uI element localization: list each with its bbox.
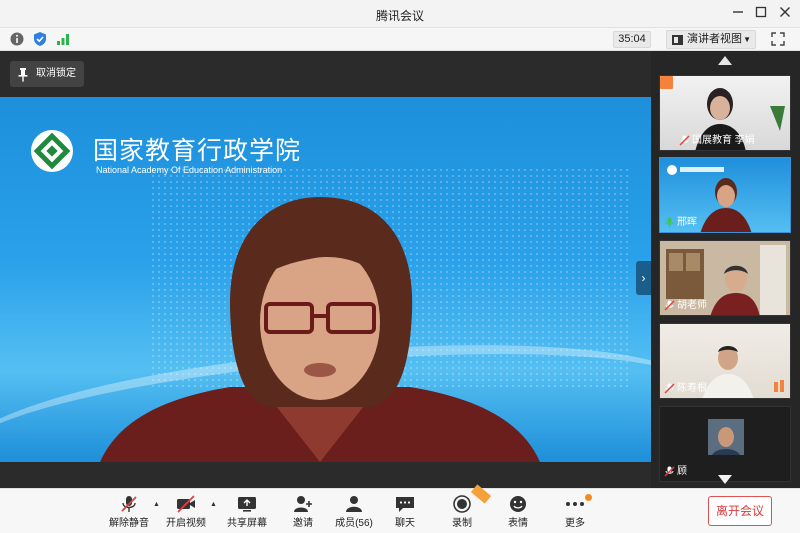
participant-tile-3[interactable]: 胡老师 [659, 240, 791, 316]
host-badge [660, 76, 673, 89]
view-mode-select[interactable]: 演讲者视图 ▼ [666, 30, 756, 49]
mic-muted-icon [121, 496, 137, 512]
maximize-icon[interactable] [751, 4, 771, 24]
share-screen-icon [238, 497, 256, 512]
participant-name-3: 胡老师 [664, 299, 707, 312]
fullscreen-icon[interactable] [770, 31, 786, 47]
chat-icon [396, 497, 414, 512]
academy-logo [30, 129, 74, 173]
security-shield-icon[interactable] [32, 31, 48, 47]
share-screen-button[interactable]: 共享屏幕 [219, 495, 275, 531]
more-dots-icon [566, 502, 584, 506]
add-user-icon [294, 496, 312, 512]
video-options-caret-icon[interactable]: ▲ [210, 501, 217, 508]
participant-sidebar: 国展教育 李娟 邢晖 胡老师 陈寿根 顾 [651, 51, 800, 488]
info-icon[interactable] [9, 31, 25, 47]
more-button[interactable]: 更多 [547, 495, 603, 531]
speaker-person [100, 192, 540, 462]
participant-name-5: 顾 [664, 465, 687, 478]
mic-muted-icon [664, 300, 675, 311]
start-video-button[interactable]: 开启视频 [158, 495, 214, 531]
participant-tile-5[interactable]: 顾 [659, 406, 791, 482]
chevron-down-icon: ▼ [743, 35, 751, 44]
participant-tile-4[interactable]: 陈寿根 [659, 323, 791, 399]
unlock-pin-button[interactable]: 取消锁定 [10, 61, 84, 87]
signal-strength-icon[interactable] [55, 31, 71, 47]
participant-name-2: 邢晖 [664, 216, 697, 229]
record-icon [453, 495, 471, 513]
speaker-video[interactable]: 国家教育行政学院 National Academy Of Education A… [0, 97, 651, 462]
leave-meeting-button[interactable]: 离开会议 [708, 496, 772, 526]
participant-name-1: 国展教育 李娟 [664, 134, 755, 147]
meeting-timer: 35:04 [613, 31, 651, 48]
reactions-button[interactable]: 表情 [490, 495, 546, 531]
academy-name-en: National Academy Of Education Administra… [96, 165, 283, 175]
members-button[interactable]: 成员(56) [326, 495, 382, 531]
pin-icon [18, 67, 28, 82]
participant-name-4: 陈寿根 [664, 382, 707, 395]
camera-off-icon [177, 495, 195, 513]
main-video-stage: 取消锁定 国家教育行政学院 National Academy Of Educat… [0, 51, 651, 488]
window-title: 腾讯会议 [375, 9, 424, 23]
meeting-control-bar: 解除静音 ▲ 开启视频 ▲ 共享屏幕 邀请 成员(56) 聊天 录制 表情 更多… [0, 484, 800, 533]
invite-button[interactable]: 邀请 [275, 495, 331, 531]
notification-dot [585, 494, 592, 501]
emoji-icon [510, 496, 526, 512]
minimize-icon[interactable] [728, 4, 748, 24]
participant-tile-2[interactable]: 邢晖 [659, 157, 791, 233]
members-icon [346, 496, 362, 512]
chat-button[interactable]: 聊天 [377, 495, 433, 531]
participant-tile-1[interactable]: 国展教育 李娟 [659, 75, 791, 151]
mic-muted-icon [664, 466, 675, 477]
title-bar: 腾讯会议 [0, 0, 800, 28]
meeting-toolbar: 35:04 演讲者视图 ▼ [0, 28, 800, 51]
mic-speaking-icon [664, 217, 675, 228]
scroll-down-icon[interactable] [718, 475, 732, 484]
expand-sidebar-toggle[interactable]: › [636, 261, 651, 295]
unlock-label: 取消锁定 [36, 68, 76, 79]
view-mode-label: 演讲者视图 [687, 33, 742, 45]
academy-name-cn: 国家教育行政学院 [93, 137, 302, 165]
mic-muted-icon [664, 383, 675, 394]
speaker-view-icon [672, 35, 683, 45]
close-icon[interactable] [775, 4, 795, 24]
mic-muted-icon [679, 135, 690, 146]
unmute-button[interactable]: 解除静音 [101, 495, 157, 531]
scroll-up-icon[interactable] [718, 56, 732, 65]
